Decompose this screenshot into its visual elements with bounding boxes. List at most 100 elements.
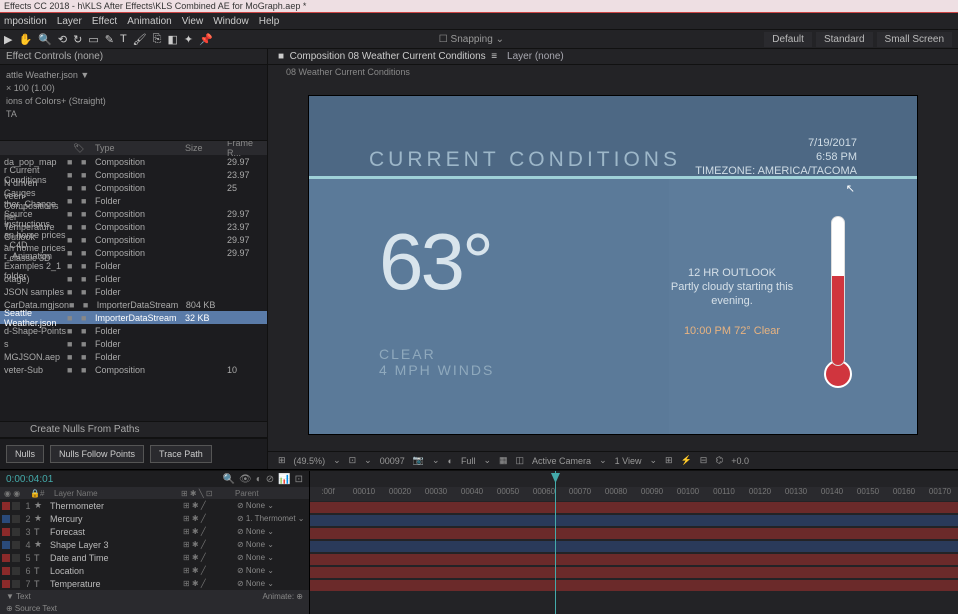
timeline-controls: 0:00:04:01 🔍 👁 ◐ ⊘ 📊 ⊡ (0, 471, 309, 487)
rotate-tool-icon[interactable]: ↻ (73, 33, 82, 46)
tool-bar: ▶ ✋ 🔍 ⟲ ↻ ▭ ✎ T 🖌 ⎘ ◧ ✦ 📌 ☐ Snapping ⌄ D… (0, 29, 958, 49)
current-frame[interactable]: 00097 (380, 456, 405, 466)
camera-dropdown[interactable]: Active Camera (532, 456, 591, 466)
quality-dropdown[interactable]: Full (461, 456, 476, 466)
effect-controls-tab[interactable]: Effect Controls (none) (0, 49, 267, 65)
timeline-layer[interactable]: 2★Mercury⊞ ✱ ╱⊘ 1. Thermomet ⌄ (0, 512, 309, 525)
menu-window[interactable]: Window (213, 16, 249, 27)
item-name[interactable]: attle Weather.json ▼ (6, 69, 261, 82)
comp-tab[interactable]: Composition 08 Weather Current Condition… (290, 51, 486, 62)
timeline-layer[interactable]: 7TTemperature⊞ ✱ ╱⊘ None ⌄ (0, 577, 309, 590)
time-ruler[interactable]: :00f000100002000030000400005000060000700… (310, 487, 958, 501)
search-icon[interactable]: 🔍 (223, 474, 235, 485)
workspace-standard[interactable]: Standard (816, 32, 873, 47)
comp-tab-bar: ■ Composition 08 Weather Current Conditi… (268, 49, 958, 65)
menu-help[interactable]: Help (259, 16, 280, 27)
heading-text: CURRENT CONDITIONS (369, 148, 681, 172)
graph-icon[interactable]: 📊 (278, 474, 290, 485)
project-item[interactable]: MGJSON.aep■■Folder (0, 350, 267, 363)
frame-blend-icon[interactable]: ◐ (256, 474, 262, 485)
timeline-panel: ■ l Weather Current Conditions ≡ 05 shap… (0, 469, 958, 603)
mask-icon[interactable]: ◫ (516, 455, 525, 466)
channel-icon[interactable]: ◐ (448, 456, 453, 466)
temperature-reading: 63° (379, 216, 491, 308)
menu-composition[interactable]: mposition (4, 16, 47, 27)
menu-effect[interactable]: Effect (92, 16, 117, 27)
fast-preview-icon[interactable]: ⚡ (681, 455, 692, 466)
text-tool-icon[interactable]: T (120, 33, 127, 45)
roto-tool-icon[interactable]: ✦ (184, 33, 193, 46)
nulls-title[interactable]: Create Nulls From Paths (0, 422, 267, 438)
item-dims: × 100 (1.00) (6, 82, 261, 95)
comp-viewer[interactable]: CURRENT CONDITIONS 7/19/2017 6:58 PM TIM… (268, 79, 958, 451)
effect-controls-panel: attle Weather.json ▼ × 100 (1.00) ions o… (0, 65, 267, 141)
project-item[interactable]: JSON samples■■Folder (0, 285, 267, 298)
project-item[interactable]: otage)■■Folder (0, 272, 267, 285)
clone-tool-icon[interactable]: ⎘ (153, 33, 162, 46)
timeline-tracks[interactable]: :00f000100002000030000400005000060000700… (310, 471, 958, 614)
mouse-cursor-icon: ↖ (846, 182, 855, 195)
project-item[interactable]: veter-Sub■■Composition10 (0, 363, 267, 376)
outlook-block: 12 HR OUTLOOK Partly cloudy starting thi… (667, 266, 797, 338)
snapping-checkbox[interactable]: ☐ Snapping ⌄ (439, 34, 504, 45)
menu-bar: mposition Layer Effect Animation View Wi… (0, 13, 958, 29)
timeline-icon[interactable]: ⊟ (700, 455, 708, 466)
draft3d-icon[interactable]: ⊡ (295, 474, 303, 485)
trace-path-button[interactable]: Trace Path (150, 445, 212, 463)
menu-animation[interactable]: Animation (127, 16, 171, 27)
puppet-tool-icon[interactable]: 📌 (199, 33, 213, 46)
item-ta: TA (6, 108, 261, 121)
snapshot-icon[interactable]: 📷 (413, 455, 424, 466)
selection-tool-icon[interactable]: ▶ (4, 33, 12, 46)
grid-icon[interactable]: ▦ (499, 455, 508, 466)
animate-btn[interactable]: Animate: ⊕ (263, 592, 304, 601)
menu-layer[interactable]: Layer (57, 16, 82, 27)
project-item[interactable]: d-Shape-Points■■Folder (0, 324, 267, 337)
current-time[interactable]: 0:00:04:01 (6, 474, 53, 485)
preview-canvas: CURRENT CONDITIONS 7/19/2017 6:58 PM TIM… (308, 95, 918, 435)
playhead[interactable] (555, 471, 556, 614)
workspace-switcher: Default Standard Small Screen (764, 32, 952, 47)
nulls-button[interactable]: Nulls (6, 445, 44, 463)
zoom-dropdown[interactable]: (49.5%) (294, 456, 326, 466)
brush-tool-icon[interactable]: 🖌 (133, 33, 147, 46)
window-title: Effects CC 2018 - h\KLS After Effects\KL… (0, 0, 958, 13)
timeline-layer-panel: 0:00:04:01 🔍 👁 ◐ ⊘ 📊 ⊡ ◉ ◉ 🔒 # Layer Nam… (0, 471, 310, 614)
timeline-layer[interactable]: 6TLocation⊞ ✱ ╱⊘ None ⌄ (0, 564, 309, 577)
date-time-block: 7/19/2017 6:58 PM TIMEZONE: AMERICA/TACO… (695, 136, 857, 178)
workspace-default[interactable]: Default (764, 32, 812, 47)
project-item[interactable]: Seattle Weather.json■■ImporterDataStream… (0, 311, 267, 324)
timeline-layer[interactable]: 1★Thermometer⊞ ✱ ╱⊘ None ⌄ (0, 499, 309, 512)
project-panel: 🏷 Type Size Frame R... da_pop_map■■Compo… (0, 141, 267, 421)
timeline-layer[interactable]: 3TForecast⊞ ✱ ╱⊘ None ⌄ (0, 525, 309, 538)
views-dropdown[interactable]: 1 View (615, 456, 642, 466)
display-mode-icon[interactable]: ⊞ (278, 455, 286, 466)
menu-view[interactable]: View (182, 16, 204, 27)
rect-tool-icon[interactable]: ▭ (88, 33, 98, 46)
hand-tool-icon[interactable]: ✋ (18, 33, 32, 46)
layer-tab[interactable]: Layer (none) (507, 51, 564, 62)
project-item[interactable]: r_Animation Examples 2_1 folder■■Folder (0, 259, 267, 272)
pixel-aspect-icon[interactable]: ⊞ (665, 455, 673, 466)
pen-tool-icon[interactable]: ✎ (105, 33, 114, 46)
exposure-value[interactable]: +0.0 (731, 456, 749, 466)
eraser-tool-icon[interactable]: ◧ (167, 33, 177, 46)
project-item[interactable]: s■■Folder (0, 337, 267, 350)
shy-icon[interactable]: 👁 (239, 474, 252, 485)
nulls-follow-button[interactable]: Nulls Follow Points (50, 445, 144, 463)
project-header: 🏷 Type Size Frame R... (0, 141, 267, 155)
conditions-text: CLEAR 4 MPH WINDS (379, 346, 494, 378)
timeline-layer[interactable]: 5TDate and Time⊞ ✱ ╱⊘ None ⌄ (0, 551, 309, 564)
zoom-tool-icon[interactable]: 🔍 (38, 33, 52, 46)
resolution-icon[interactable]: ⊡ (349, 455, 357, 466)
timeline-columns: ◉ ◉ 🔒 # Layer Name ⊞ ✱ ╲ ⊡ Parent (0, 487, 309, 499)
workspace-small[interactable]: Small Screen (877, 32, 952, 47)
viewer-controls: ⊞ (49.5%) ⌄ ⊡ ⌄ 00097 📷 ⌄ ◐ Full ⌄ ▦ ◫ A… (268, 451, 958, 469)
flowchart-icon[interactable]: ⌬ (715, 455, 723, 466)
orbit-tool-icon[interactable]: ⟲ (58, 33, 67, 46)
text-prop[interactable]: ▼ Text (6, 592, 31, 601)
comp-breadcrumb[interactable]: 08 Weather Current Conditions (268, 65, 958, 79)
motion-blur-icon[interactable]: ⊘ (266, 474, 274, 485)
timeline-layer[interactable]: 4★Shape Layer 3⊞ ✱ ╱⊘ None ⌄ (0, 538, 309, 551)
source-text-prop[interactable]: ⊕ Source Text (6, 604, 57, 613)
